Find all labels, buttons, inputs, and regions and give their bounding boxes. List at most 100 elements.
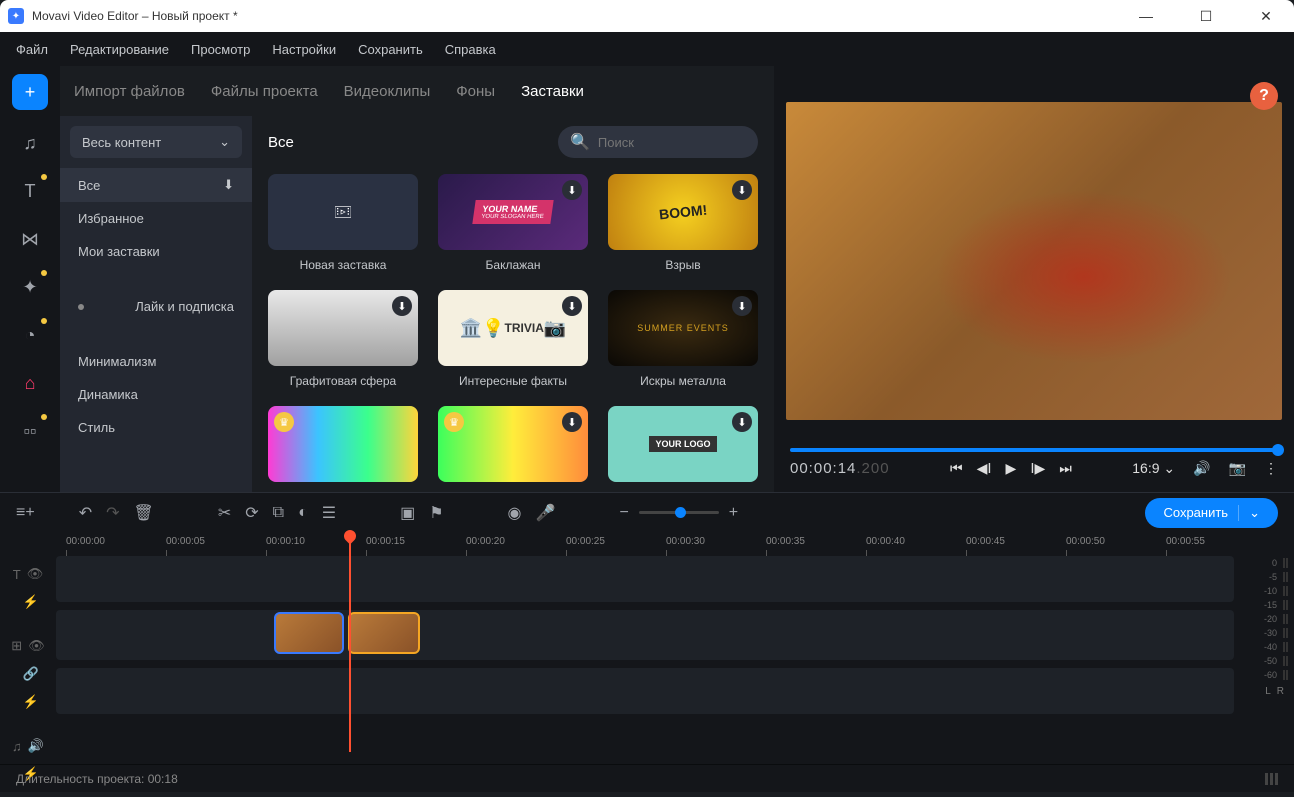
menu-settings[interactable]: Настройки bbox=[272, 42, 336, 57]
intro-sparks[interactable]: SUMMER EVENTS⬇ Искры металла bbox=[608, 290, 758, 388]
text-track[interactable] bbox=[56, 556, 1234, 602]
intro-label: Графитовая сфера bbox=[290, 374, 396, 388]
audio-meters: 0 -5 -10 -15 -20 -30 -40 -50 -60 LR bbox=[1234, 532, 1294, 764]
minimize-button[interactable]: — bbox=[1126, 8, 1166, 25]
playhead[interactable] bbox=[349, 532, 351, 752]
overlay-icon[interactable]: ▣ bbox=[400, 503, 415, 523]
save-dropdown-icon[interactable]: ⌄ bbox=[1238, 505, 1260, 521]
crown-icon: ♛ bbox=[274, 412, 294, 432]
menu-file[interactable]: Файл bbox=[16, 42, 48, 57]
video-track-icon[interactable]: ⊞ bbox=[11, 638, 22, 654]
color-icon[interactable]: ◐ bbox=[298, 504, 308, 522]
transitions-icon[interactable]: ⋈ bbox=[15, 224, 45, 254]
tab-import[interactable]: Импорт файлов bbox=[74, 83, 185, 100]
audio-track-icon[interactable]: ♫ bbox=[12, 739, 22, 754]
mute-icon[interactable]: 🔊 bbox=[28, 738, 44, 754]
filter-all[interactable]: Все ⬇ bbox=[60, 168, 252, 202]
add-track-icon[interactable]: ≡+ bbox=[16, 504, 35, 522]
save-button[interactable]: Сохранить ⌄ bbox=[1145, 498, 1278, 528]
play-icon[interactable]: ▶ bbox=[1006, 460, 1017, 477]
preview-panel: ? 00:00:14.200 ⏮ ◀Ⅰ ▶ Ⅰ▶ ⏭ 16:9 ⌄ 🔊 📷 bbox=[774, 66, 1294, 492]
zoom-control[interactable]: − + bbox=[619, 504, 738, 522]
project-duration: Длительность проекта: 00:18 bbox=[16, 772, 178, 786]
intro-trivia[interactable]: 🏛️💡TRIVIA📷⬇ Интересные факты bbox=[438, 290, 588, 388]
crop-icon[interactable]: ⧉ bbox=[273, 504, 284, 522]
cut-icon[interactable]: ✂ bbox=[218, 503, 231, 523]
search-box[interactable]: 🔍 ✕ bbox=[558, 126, 758, 158]
video-clip-2[interactable] bbox=[348, 612, 420, 654]
intro-label: Интересные факты bbox=[459, 374, 567, 388]
volume-icon[interactable]: 🔊 bbox=[1193, 460, 1210, 477]
step-back-icon[interactable]: ◀Ⅰ bbox=[977, 460, 992, 477]
link-icon[interactable]: 🔗 bbox=[23, 666, 39, 682]
view-mode-icon[interactable] bbox=[1265, 773, 1278, 785]
timeline-ruler[interactable]: 00:00:00 00:00:05 00:00:10 00:00:15 00:0… bbox=[56, 532, 1234, 556]
video-track[interactable] bbox=[56, 610, 1234, 660]
step-forward-icon[interactable]: Ⅰ▶ bbox=[1030, 460, 1045, 477]
rotate-icon[interactable]: ⟳ bbox=[245, 503, 258, 523]
filter-minimalism[interactable]: Минимализм bbox=[60, 345, 252, 378]
seek-slider[interactable] bbox=[790, 448, 1278, 452]
audio-track[interactable] bbox=[56, 668, 1234, 714]
shop-icon[interactable]: ⌂ bbox=[15, 368, 45, 398]
audio-icon[interactable]: ♫ bbox=[15, 128, 45, 158]
effects-icon[interactable]: ✦ bbox=[15, 272, 45, 302]
intro-graphite[interactable]: ⬇ Графитовая сфера bbox=[268, 290, 418, 388]
menu-edit[interactable]: Редактирование bbox=[70, 42, 169, 57]
maximize-button[interactable]: ☐ bbox=[1186, 8, 1226, 25]
tab-intros[interactable]: Заставки bbox=[521, 83, 584, 100]
menu-view[interactable]: Просмотр bbox=[191, 42, 250, 57]
filter-like-subscribe[interactable]: Лайк и подписка bbox=[60, 290, 252, 323]
lock-icon[interactable]: ⚡ bbox=[23, 694, 39, 710]
visibility-icon[interactable]: 👁 bbox=[27, 566, 44, 582]
intro-label: Баклажан bbox=[486, 258, 541, 272]
more-icon[interactable]: ⋮ bbox=[1264, 460, 1278, 477]
adjust-icon[interactable]: ☰ bbox=[322, 503, 336, 523]
add-media-button[interactable]: + bbox=[12, 74, 48, 110]
intro-explosion[interactable]: BOOM!⬇ Взрыв bbox=[608, 174, 758, 272]
next-clip-icon[interactable]: ⏭ bbox=[1059, 460, 1072, 477]
intro-eggplant[interactable]: YOUR NAMEYOUR SLOGAN HERE⬇ Баклажан bbox=[438, 174, 588, 272]
video-clip-1[interactable] bbox=[274, 612, 344, 654]
filter-dynamics[interactable]: Динамика bbox=[60, 378, 252, 411]
mic-icon[interactable]: 🎤 bbox=[536, 503, 556, 523]
lock-icon[interactable]: ⚡ bbox=[23, 594, 39, 610]
zoom-out-icon[interactable]: − bbox=[619, 504, 628, 522]
stickers-icon[interactable]: ◔ bbox=[15, 320, 45, 350]
intro-label: Новая заставка bbox=[300, 258, 387, 272]
preview-viewport[interactable] bbox=[786, 102, 1282, 420]
intro-premium-2[interactable]: ♛⬇ bbox=[438, 406, 588, 482]
text-track-icon[interactable]: T bbox=[13, 567, 21, 582]
intro-new[interactable]: Новая заставка bbox=[268, 174, 418, 272]
intro-premium-1[interactable]: ♛ bbox=[268, 406, 418, 482]
zoom-in-icon[interactable]: + bbox=[729, 504, 738, 522]
menu-help[interactable]: Справка bbox=[445, 42, 496, 57]
webcam-icon[interactable]: ◉ bbox=[508, 503, 522, 523]
menu-save[interactable]: Сохранить bbox=[358, 42, 423, 57]
more-tools-icon[interactable]: ▫▫ bbox=[15, 416, 45, 446]
content-filter-dropdown[interactable]: Весь контент ⌄ bbox=[70, 126, 242, 158]
zoom-slider[interactable] bbox=[639, 511, 719, 514]
filmstrip-icon bbox=[335, 204, 351, 220]
download-icon: ⬇ bbox=[223, 177, 234, 193]
tab-project-files[interactable]: Файлы проекта bbox=[211, 83, 318, 100]
intro-label: Взрыв bbox=[665, 258, 700, 272]
titles-icon[interactable]: T bbox=[15, 176, 45, 206]
aspect-ratio-selector[interactable]: 16:9 ⌄ bbox=[1132, 460, 1175, 477]
search-input[interactable] bbox=[598, 135, 774, 150]
tab-backgrounds[interactable]: Фоны bbox=[456, 83, 495, 100]
snapshot-icon[interactable]: 📷 bbox=[1229, 460, 1246, 477]
filter-my-intros[interactable]: Мои заставки bbox=[60, 235, 252, 268]
filter-style[interactable]: Стиль bbox=[60, 411, 252, 444]
filter-favorites[interactable]: Избранное bbox=[60, 202, 252, 235]
tab-videoclips[interactable]: Видеоклипы bbox=[344, 83, 431, 100]
close-button[interactable]: ✕ bbox=[1246, 8, 1286, 25]
prev-clip-icon[interactable]: ⏮ bbox=[950, 460, 963, 477]
delete-icon[interactable]: 🗑 bbox=[134, 503, 154, 523]
visibility-icon[interactable]: 👁 bbox=[28, 638, 45, 654]
help-button[interactable]: ? bbox=[1250, 82, 1278, 110]
redo-icon[interactable]: ↷ bbox=[106, 503, 119, 523]
marker-icon[interactable]: ⚑ bbox=[429, 503, 443, 523]
undo-icon[interactable]: ↶ bbox=[79, 503, 92, 523]
intro-your-logo[interactable]: YOUR LOGO⬇ bbox=[608, 406, 758, 482]
